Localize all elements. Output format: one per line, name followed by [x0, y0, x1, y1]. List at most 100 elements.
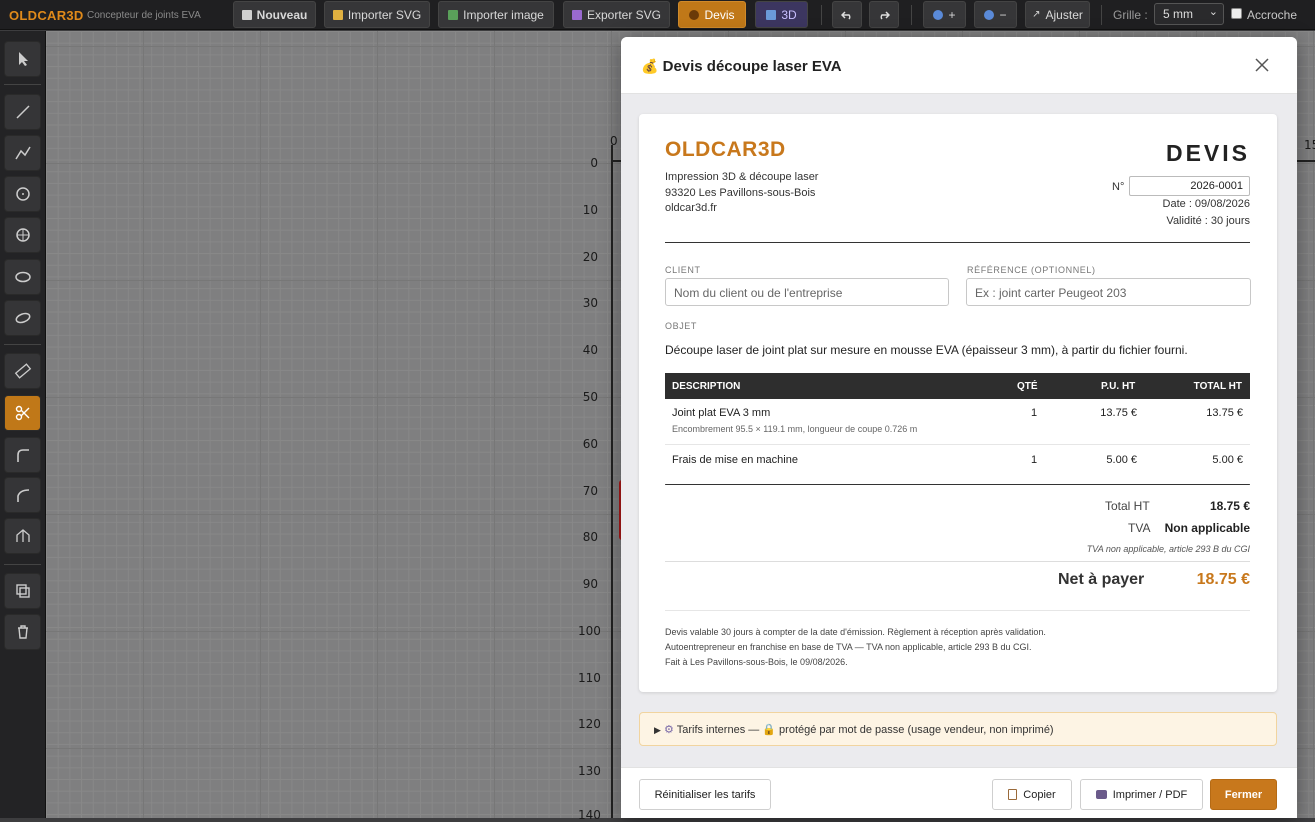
copy-label: Copier [1023, 788, 1056, 801]
v-tick: 90 [582, 577, 598, 591]
net-value: 18.75 € [1196, 571, 1250, 588]
circle-tool[interactable] [4, 176, 41, 212]
app-brand: OLDCAR3D [9, 8, 84, 23]
fit-button[interactable]: ↗ Ajuster [1025, 1, 1090, 28]
number-label: N° [1112, 181, 1125, 193]
polyline-tool[interactable] [4, 135, 41, 171]
floppy-icon [571, 9, 582, 20]
row-unit-price: 13.75 € [1100, 407, 1137, 419]
chamfer-tool[interactable] [4, 477, 41, 513]
import-image-button[interactable]: Importer image [438, 1, 554, 28]
client-input[interactable]: Nom du client ou de l'entreprise [665, 278, 949, 306]
devis-label: Devis [704, 7, 735, 22]
circle-center-icon [15, 228, 30, 242]
chevron-down-icon: ⌄ [1208, 6, 1218, 18]
pointer-icon [18, 52, 28, 66]
grid-select[interactable]: 5 mm ⌄ [1154, 3, 1224, 25]
new-button[interactable]: Nouveau [233, 1, 316, 28]
row-total: 5.00 € [1212, 454, 1243, 466]
magnifier-icon [933, 9, 944, 20]
delete-tool[interactable] [4, 614, 41, 650]
tva-note: TVA non applicable, article 293 B du CGI [1086, 544, 1250, 554]
fillet-tool[interactable] [4, 437, 41, 473]
clipboard-icon [1008, 789, 1018, 800]
company-name: OLDCAR3D [665, 138, 786, 161]
divider [821, 5, 822, 25]
duplicate-tool[interactable] [4, 573, 41, 609]
folder-icon [332, 9, 343, 20]
company-line: Impression 3D & découpe laser [665, 171, 819, 183]
quote-dialog: 💰 Devis découpe laser EVA OLDCAR3D Impre… [621, 37, 1297, 818]
import-svg-button[interactable]: Importer SVG [324, 1, 430, 28]
money-bag-icon: 💰 [641, 58, 659, 74]
row-qty: 1 [1031, 454, 1038, 466]
zoom-out-button[interactable]: − [974, 1, 1017, 28]
circle-center-tool[interactable] [4, 217, 41, 253]
tva-value: Non applicable [1164, 521, 1250, 535]
reset-rates-button[interactable]: Réinitialiser les tarifs [639, 779, 771, 810]
v-tick: 110 [578, 671, 601, 685]
close-icon[interactable] [1254, 57, 1270, 73]
close-button[interactable]: Fermer [1210, 779, 1277, 810]
col-qty: QTÉ [1017, 381, 1038, 392]
left-toolbar [0, 31, 46, 818]
measure-tool[interactable] [4, 353, 41, 389]
snap-checkbox[interactable] [1231, 8, 1242, 19]
ellipse-rotated-tool[interactable] [4, 300, 41, 336]
print-button[interactable]: Imprimer / PDF [1080, 779, 1203, 810]
close-label: Fermer [1224, 788, 1263, 801]
reference-label: RÉFÉRENCE (OPTIONNEL) [967, 265, 1096, 275]
internal-rates-toggle[interactable]: ▶ ⚙ Tarifs internes — 🔒 protégé par mot … [639, 712, 1277, 746]
col-unit-price: P.U. HT [1101, 381, 1136, 392]
footer-note: Fait à Les Pavillons-sous-Bois, le 09/08… [665, 657, 848, 667]
v-tick: 120 [578, 717, 601, 731]
tva-label: TVA [1128, 521, 1151, 535]
objet-text: Découpe laser de joint plat sur mesure e… [665, 343, 1188, 357]
app-subtitle: Concepteur de joints EVA [87, 10, 201, 21]
v-tick: 130 [578, 764, 601, 778]
vertical-axis [611, 145, 613, 818]
row-qty: 1 [1031, 407, 1038, 419]
col-total: TOTAL HT [1193, 381, 1242, 392]
quote-number-input[interactable]: 2026-0001 [1129, 176, 1250, 196]
top-toolbar: OLDCAR3D Concepteur de joints EVA Nouvea… [0, 0, 1315, 30]
divider [665, 484, 1250, 485]
reference-input[interactable]: Ex : joint carter Peugeot 203 [966, 278, 1251, 306]
quote-validity: Validité : 30 jours [1166, 215, 1250, 227]
mirror-icon [15, 529, 30, 542]
net-label: Net à payer [1058, 571, 1145, 588]
cut-tool[interactable] [4, 395, 41, 431]
money-bag-icon [689, 9, 700, 20]
reset-rates-label: Réinitialiser les tarifs [654, 788, 756, 801]
cube-icon [766, 9, 777, 20]
import-svg-label: Importer SVG [347, 7, 422, 22]
divider [665, 242, 1250, 243]
h-tick: 15 [1304, 138, 1315, 152]
row-description: Frais de mise en machine [672, 454, 798, 466]
select-tool[interactable] [4, 41, 41, 77]
v-tick: 0 [590, 156, 598, 170]
divider [911, 5, 912, 25]
redo-button[interactable] [869, 1, 899, 28]
view-3d-button[interactable]: 3D [755, 1, 808, 28]
col-description: DESCRIPTION [672, 381, 741, 392]
divider [1101, 5, 1102, 25]
fit-label: Ajuster [1045, 7, 1083, 22]
grid-select-value: 5 mm [1163, 7, 1193, 21]
line-tool[interactable] [4, 94, 41, 130]
company-website: oldcar3d.fr [665, 202, 717, 214]
company-address: 93320 Les Pavillons-sous-Bois [665, 187, 816, 199]
undo-icon [841, 10, 851, 19]
view-3d-label: 3D [781, 7, 797, 22]
v-tick: 80 [582, 530, 598, 544]
export-svg-button[interactable]: Exporter SVG [563, 1, 670, 28]
undo-button[interactable] [832, 1, 862, 28]
ellipse-tool[interactable] [4, 259, 41, 295]
mirror-tool[interactable] [4, 518, 41, 554]
devis-button[interactable]: Devis [678, 1, 746, 28]
grid-label: Grille : [1113, 8, 1148, 22]
divider [4, 564, 41, 565]
copy-button[interactable]: Copier [992, 779, 1072, 810]
zoom-in-button[interactable]: + [923, 1, 966, 28]
line-icon [15, 105, 30, 119]
